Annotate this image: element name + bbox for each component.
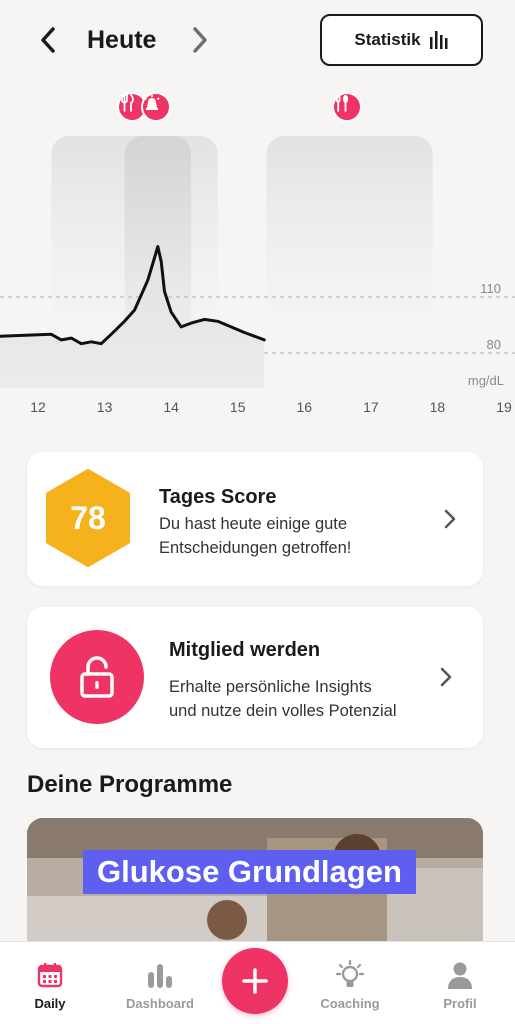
x-tick-15: 15 [230, 399, 246, 415]
reference-label-110: 110 [480, 281, 501, 296]
chevron-right-icon [193, 27, 207, 53]
chevron-right-icon [436, 665, 456, 689]
statistics-label: Statistik [354, 30, 421, 49]
glucose-chart[interactable]: 110 80 mg/dL 12 13 14 15 16 17 18 19 [0, 86, 515, 426]
x-tick-14: 14 [163, 399, 179, 415]
score-subtitle-line2: Entscheidungen getroffen! [159, 539, 352, 557]
top-bar: Heute Statistik [0, 0, 515, 80]
daily-score-card[interactable]: 78 Tages Score Du hast heute einige gute… [27, 452, 483, 586]
plus-icon [242, 968, 268, 994]
chevron-right-icon [440, 507, 460, 531]
score-title: Tages Score [159, 486, 277, 508]
membership-title: Mitglied werden [169, 639, 321, 661]
unit-label: mg/dL [468, 373, 504, 388]
add-entry-button[interactable] [222, 948, 288, 1014]
next-day-button[interactable] [186, 24, 214, 56]
meal-marker-2[interactable] [141, 92, 171, 122]
previous-day-button[interactable] [34, 24, 62, 56]
nav-daily[interactable]: Daily [5, 942, 95, 1022]
x-tick-19: 19 [496, 399, 512, 415]
person-icon [448, 962, 472, 989]
chevron-left-icon [41, 27, 55, 53]
x-tick-13: 13 [97, 399, 113, 415]
nav-dashboard[interactable]: Dashboard [115, 942, 205, 1022]
score-subtitle-line1: Du hast heute einige gute [159, 515, 348, 533]
glucose-chart-svg: 110 80 mg/dL 12 13 14 15 16 17 18 19 [0, 136, 515, 415]
x-tick-12: 12 [30, 399, 46, 415]
score-value: 78 [70, 499, 106, 536]
nav-dashboard-label: Dashboard [126, 996, 194, 1011]
nav-profile-label: Profil [443, 996, 477, 1011]
bar-chart-icon [148, 964, 172, 988]
membership-card[interactable]: Mitglied werden Erhalte persönliche Insi… [27, 607, 483, 748]
programs-section-title: Deine Programme [27, 771, 233, 798]
unlock-badge [50, 630, 144, 724]
meal-marker-3[interactable] [332, 92, 362, 122]
meal-window-3 [266, 136, 433, 386]
unlock-icon [80, 656, 114, 698]
program-title: Glukose Grundlagen [83, 850, 416, 894]
bar-chart-icon [429, 31, 448, 49]
x-tick-17: 17 [363, 399, 379, 415]
x-tick-16: 16 [296, 399, 312, 415]
program-card[interactable]: Glukose Grundlagen [27, 818, 483, 958]
statistics-button[interactable]: Statistik [320, 14, 483, 66]
reference-label-80: 80 [487, 337, 501, 352]
lightbulb-icon [336, 960, 364, 987]
page-title: Heute [87, 26, 157, 54]
nav-coaching[interactable]: Coaching [305, 942, 395, 1022]
nav-coaching-label: Coaching [320, 996, 380, 1011]
membership-subtitle-line2: und nutze dein volles Potenzial [169, 702, 397, 720]
nav-profile[interactable]: Profil [415, 942, 505, 1022]
x-tick-18: 18 [430, 399, 446, 415]
nav-daily-label: Daily [34, 996, 66, 1011]
calendar-icon [37, 963, 63, 988]
membership-subtitle-line1: Erhalte persönliche Insights [169, 678, 372, 696]
